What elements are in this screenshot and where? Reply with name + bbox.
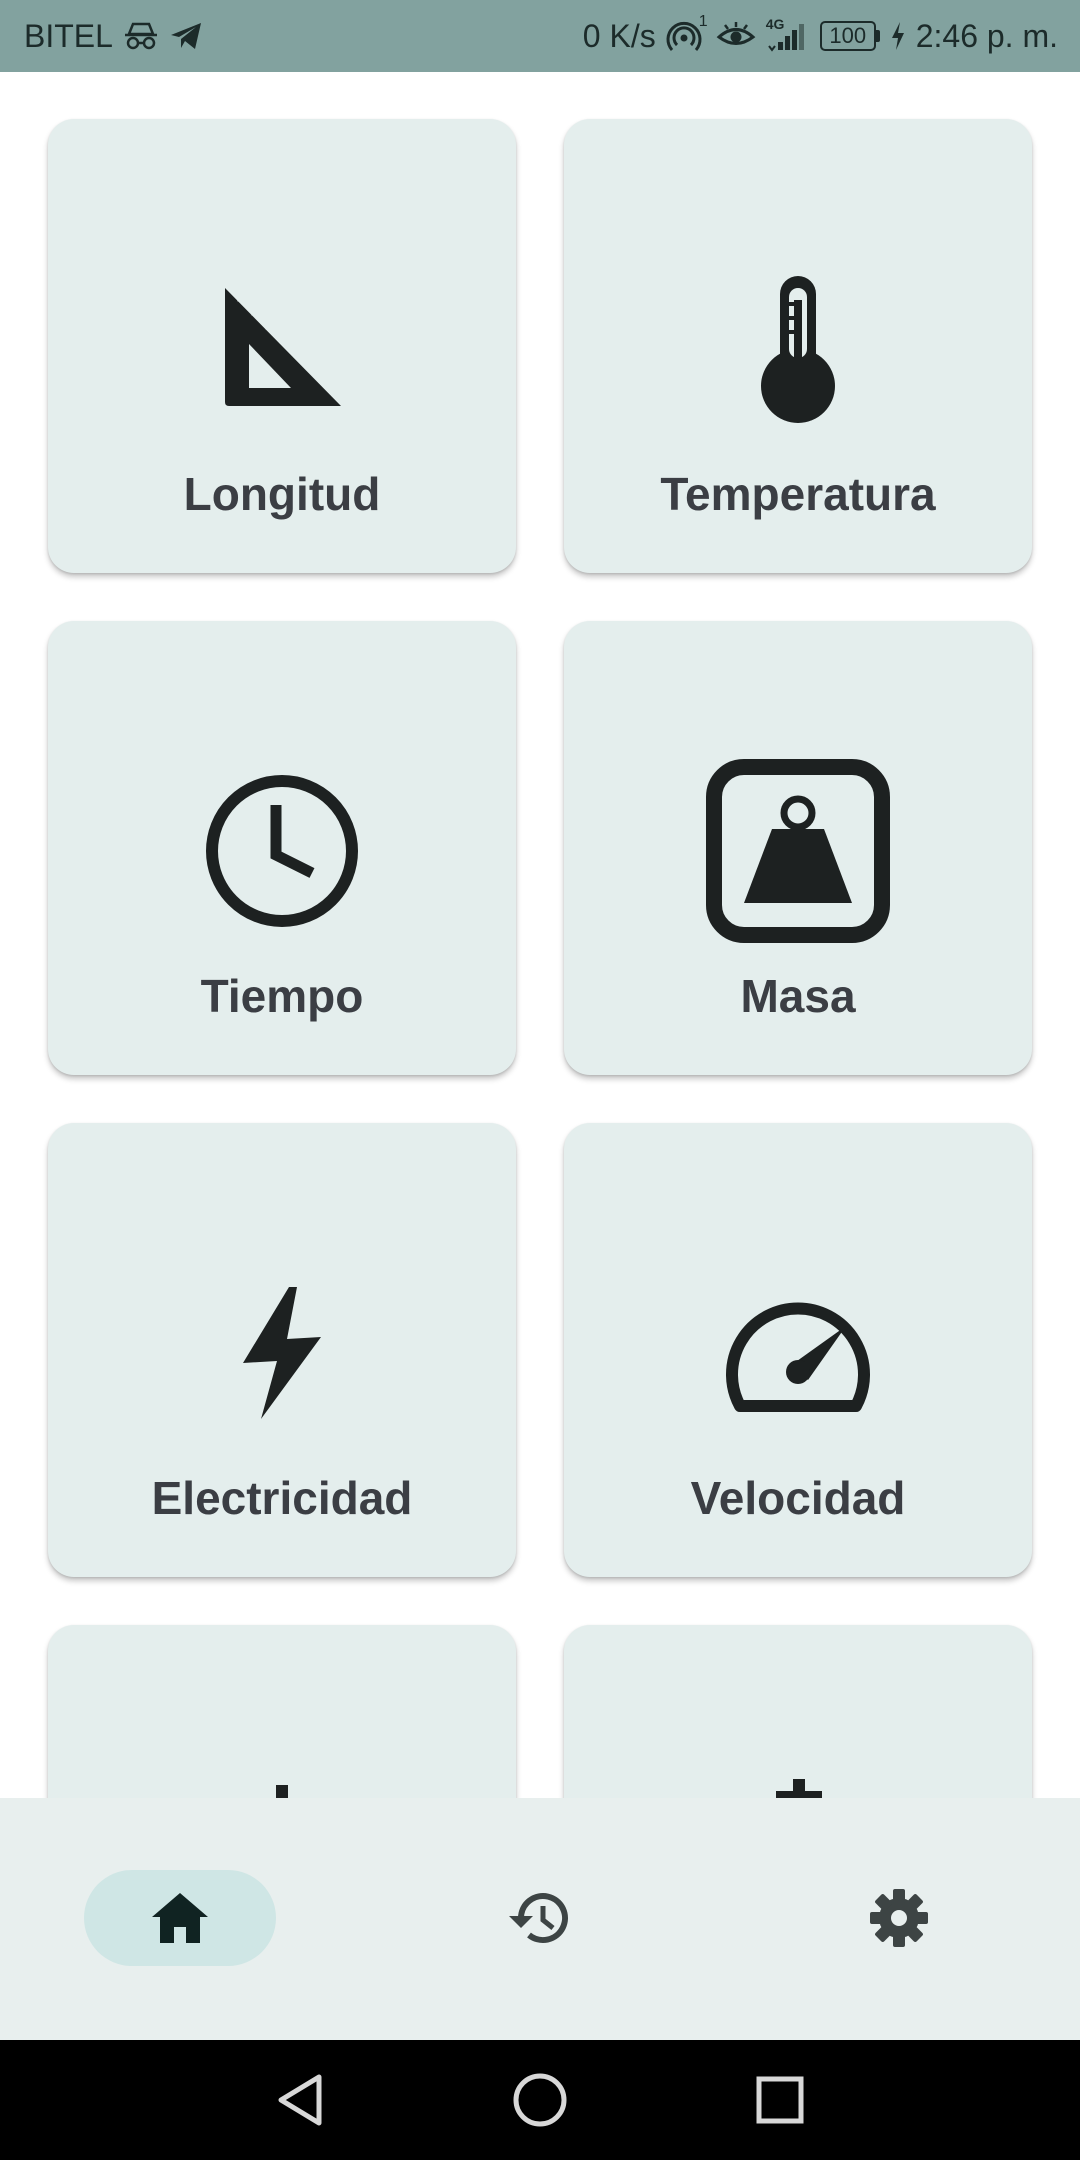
- network-type: 4G: [765, 16, 785, 32]
- category-label: Longitud: [183, 468, 381, 520]
- battery-tip: [875, 30, 880, 42]
- circle-home-icon: [513, 2073, 567, 2127]
- nav-history[interactable]: [491, 1870, 587, 1966]
- home-system-button[interactable]: [510, 2070, 570, 2130]
- home-icon: [152, 1893, 208, 1943]
- category-label: Tiempo: [200, 970, 364, 1022]
- thermometer-icon: [564, 269, 1032, 429]
- category-grid: Longitud Temperatura Tiempo Masa Electri…: [0, 72, 1080, 1798]
- category-card-partial-right[interactable]: [564, 1625, 1032, 1798]
- hotspot-icon: 1: [666, 13, 708, 53]
- network-speed: 0 K/s: [582, 17, 656, 54]
- eye-icon: [716, 20, 756, 52]
- status-right: 0 K/s 1 4G 100 2:46 p. m.: [582, 13, 1058, 55]
- category-label: Electricidad: [151, 1472, 413, 1524]
- back-icon: [278, 2074, 322, 2126]
- charging-icon: [890, 21, 906, 51]
- incognito-icon: [123, 20, 159, 52]
- partial-icon-stem: [793, 1779, 805, 1798]
- square-recents-icon: [756, 2076, 804, 2124]
- carrier-name: BITEL: [24, 17, 113, 54]
- category-card-temperatura[interactable]: Temperatura: [564, 119, 1032, 573]
- speedometer-icon: [564, 1273, 1032, 1433]
- category-card-velocidad[interactable]: Velocidad: [564, 1123, 1032, 1577]
- category-card-partial-left[interactable]: [48, 1625, 516, 1798]
- status-left: BITEL: [24, 18, 203, 55]
- clock-time: 2:46 p. m.: [915, 17, 1058, 54]
- hotspot-count: 1: [698, 13, 708, 30]
- weight-icon: [564, 759, 1032, 943]
- status-bar: BITEL 0 K/s 1 4G 100 2:46 p. m.: [0, 0, 1080, 72]
- category-label: Masa: [740, 970, 856, 1022]
- clock-icon: [48, 771, 516, 931]
- bolt-icon: [48, 1273, 516, 1433]
- telegram-icon: [169, 20, 203, 52]
- category-card-masa[interactable]: Masa: [564, 621, 1032, 1075]
- back-button[interactable]: [270, 2070, 330, 2130]
- signal-icon: 4G: [766, 16, 810, 52]
- nav-settings[interactable]: [851, 1870, 947, 1966]
- history-icon: [509, 1893, 568, 1944]
- category-label: Velocidad: [690, 1472, 906, 1524]
- recents-button[interactable]: [750, 2070, 810, 2130]
- category-card-tiempo[interactable]: Tiempo: [48, 621, 516, 1075]
- battery-icon: 100: [819, 21, 880, 51]
- bottom-navigation: [0, 1798, 1080, 2040]
- nav-home[interactable]: [84, 1870, 276, 1966]
- battery-level: 100: [819, 21, 876, 51]
- ruler-triangle-icon: [48, 269, 516, 429]
- category-card-electricidad[interactable]: Electricidad: [48, 1123, 516, 1577]
- gear-icon: [870, 1889, 928, 1947]
- partial-icon: [276, 1785, 288, 1798]
- category-label: Temperatura: [660, 468, 936, 520]
- category-card-longitud[interactable]: Longitud: [48, 119, 516, 573]
- system-navigation-bar: [0, 2040, 1080, 2160]
